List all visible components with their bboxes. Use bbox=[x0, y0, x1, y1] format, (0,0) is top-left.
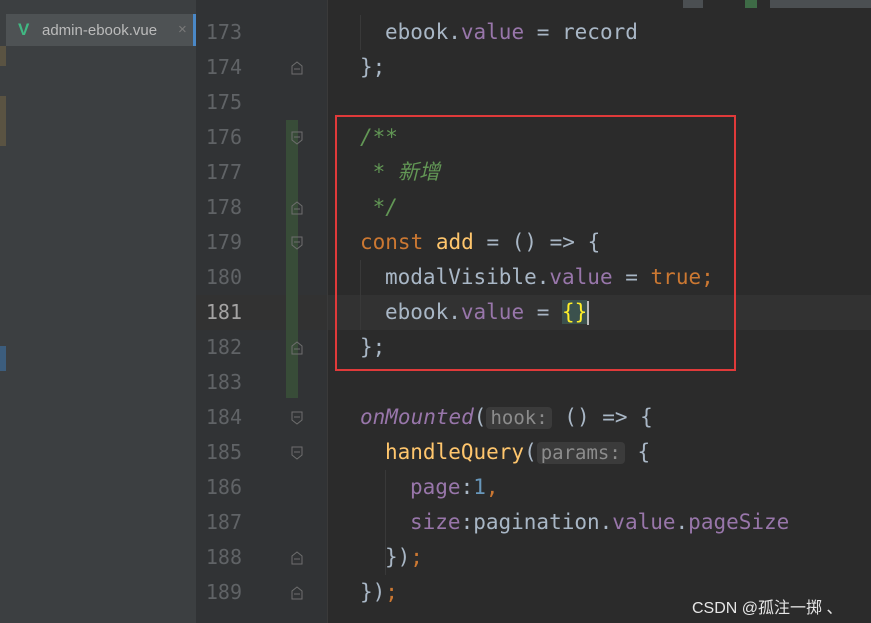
parameter-hint: hook: bbox=[486, 407, 552, 429]
line-number: 178 bbox=[205, 195, 242, 219]
indent-guide bbox=[385, 470, 386, 575]
code-token: size bbox=[410, 510, 461, 534]
line-number: 174 bbox=[205, 55, 242, 79]
code-line[interactable]: }; bbox=[360, 50, 385, 85]
line-number: 177 bbox=[205, 160, 242, 184]
line-number: 188 bbox=[205, 545, 242, 569]
code-line[interactable]: onMounted(hook: () => { bbox=[360, 400, 653, 435]
fold-end-icon[interactable] bbox=[291, 61, 303, 75]
line-number: 186 bbox=[205, 475, 242, 499]
fold-end-icon[interactable] bbox=[291, 551, 303, 565]
fold-end-icon[interactable] bbox=[291, 341, 303, 355]
code-token: . bbox=[675, 510, 689, 534]
line-number: 181 bbox=[205, 300, 242, 324]
line-number: 173 bbox=[205, 20, 242, 44]
code-token: . bbox=[448, 20, 461, 44]
code-token: = record bbox=[524, 20, 638, 44]
code-token: handleQuery bbox=[385, 440, 525, 464]
sidebar-marker bbox=[0, 346, 6, 371]
tab-label: admin-ebook.vue bbox=[42, 22, 158, 39]
code-token: () => { bbox=[551, 405, 653, 429]
toolbar-button[interactable] bbox=[745, 0, 757, 8]
code-token: ( bbox=[473, 405, 487, 429]
tab-admin-ebook-vue[interactable]: V admin-ebook.vue × bbox=[6, 14, 196, 46]
code-token: ( bbox=[524, 440, 537, 464]
code-line[interactable]: }); bbox=[360, 575, 398, 610]
run-config-selector[interactable] bbox=[770, 0, 871, 8]
line-number: 179 bbox=[205, 230, 242, 254]
sidebar-marker bbox=[0, 96, 6, 146]
project-sidebar: V admin-ebook.vue × bbox=[0, 0, 196, 623]
line-number: 176 bbox=[205, 125, 242, 149]
indent-guide bbox=[360, 15, 361, 50]
code-token: }) bbox=[360, 580, 386, 604]
code-token: :pagination. bbox=[460, 510, 613, 534]
parameter-hint: params: bbox=[536, 442, 625, 464]
code-line[interactable]: ebook.value = record bbox=[385, 15, 638, 50]
code-token: }) bbox=[385, 545, 411, 569]
line-number: 184 bbox=[205, 405, 242, 429]
fold-start-icon[interactable] bbox=[291, 131, 303, 145]
code-token: ebook bbox=[385, 20, 449, 44]
code-token: { bbox=[624, 440, 651, 464]
close-icon[interactable]: × bbox=[178, 21, 187, 38]
code-line[interactable]: }); bbox=[385, 540, 423, 575]
line-number: 185 bbox=[205, 440, 242, 464]
vue-icon: V bbox=[18, 20, 30, 39]
code-token: ; bbox=[385, 580, 398, 604]
code-token: onMounted bbox=[360, 405, 474, 429]
code-token: page bbox=[410, 475, 461, 499]
fold-start-icon[interactable] bbox=[291, 236, 303, 250]
code-line[interactable]: size:pagination.value.pageSize bbox=[410, 505, 789, 540]
code-line[interactable]: handleQuery(params: { bbox=[385, 435, 650, 470]
code-token: : bbox=[460, 475, 474, 499]
code-line[interactable]: page:1, bbox=[410, 470, 499, 505]
highlight-box bbox=[335, 115, 736, 371]
gutter-divider bbox=[327, 0, 328, 623]
line-number: 189 bbox=[205, 580, 242, 604]
line-number: 180 bbox=[205, 265, 242, 289]
fold-start-icon[interactable] bbox=[291, 446, 303, 460]
code-token: value bbox=[460, 20, 525, 44]
vcs-change-marker[interactable] bbox=[286, 120, 298, 398]
fold-end-icon[interactable] bbox=[291, 201, 303, 215]
line-number: 182 bbox=[205, 335, 242, 359]
code-token: , bbox=[485, 475, 499, 499]
sidebar-marker bbox=[0, 46, 6, 66]
code-token: value bbox=[612, 510, 676, 534]
fold-start-icon[interactable] bbox=[291, 411, 303, 425]
toolbar-button[interactable] bbox=[683, 0, 703, 8]
line-number: 183 bbox=[205, 370, 242, 394]
fold-end-icon[interactable] bbox=[291, 586, 303, 600]
code-token: }; bbox=[360, 55, 386, 79]
line-number: 187 bbox=[205, 510, 242, 534]
code-token: ; bbox=[410, 545, 423, 569]
code-token: 1 bbox=[473, 475, 486, 499]
code-token: pageSize bbox=[688, 510, 790, 534]
line-number: 175 bbox=[205, 90, 242, 114]
watermark: CSDN @孤注一掷 、 bbox=[692, 600, 843, 617]
